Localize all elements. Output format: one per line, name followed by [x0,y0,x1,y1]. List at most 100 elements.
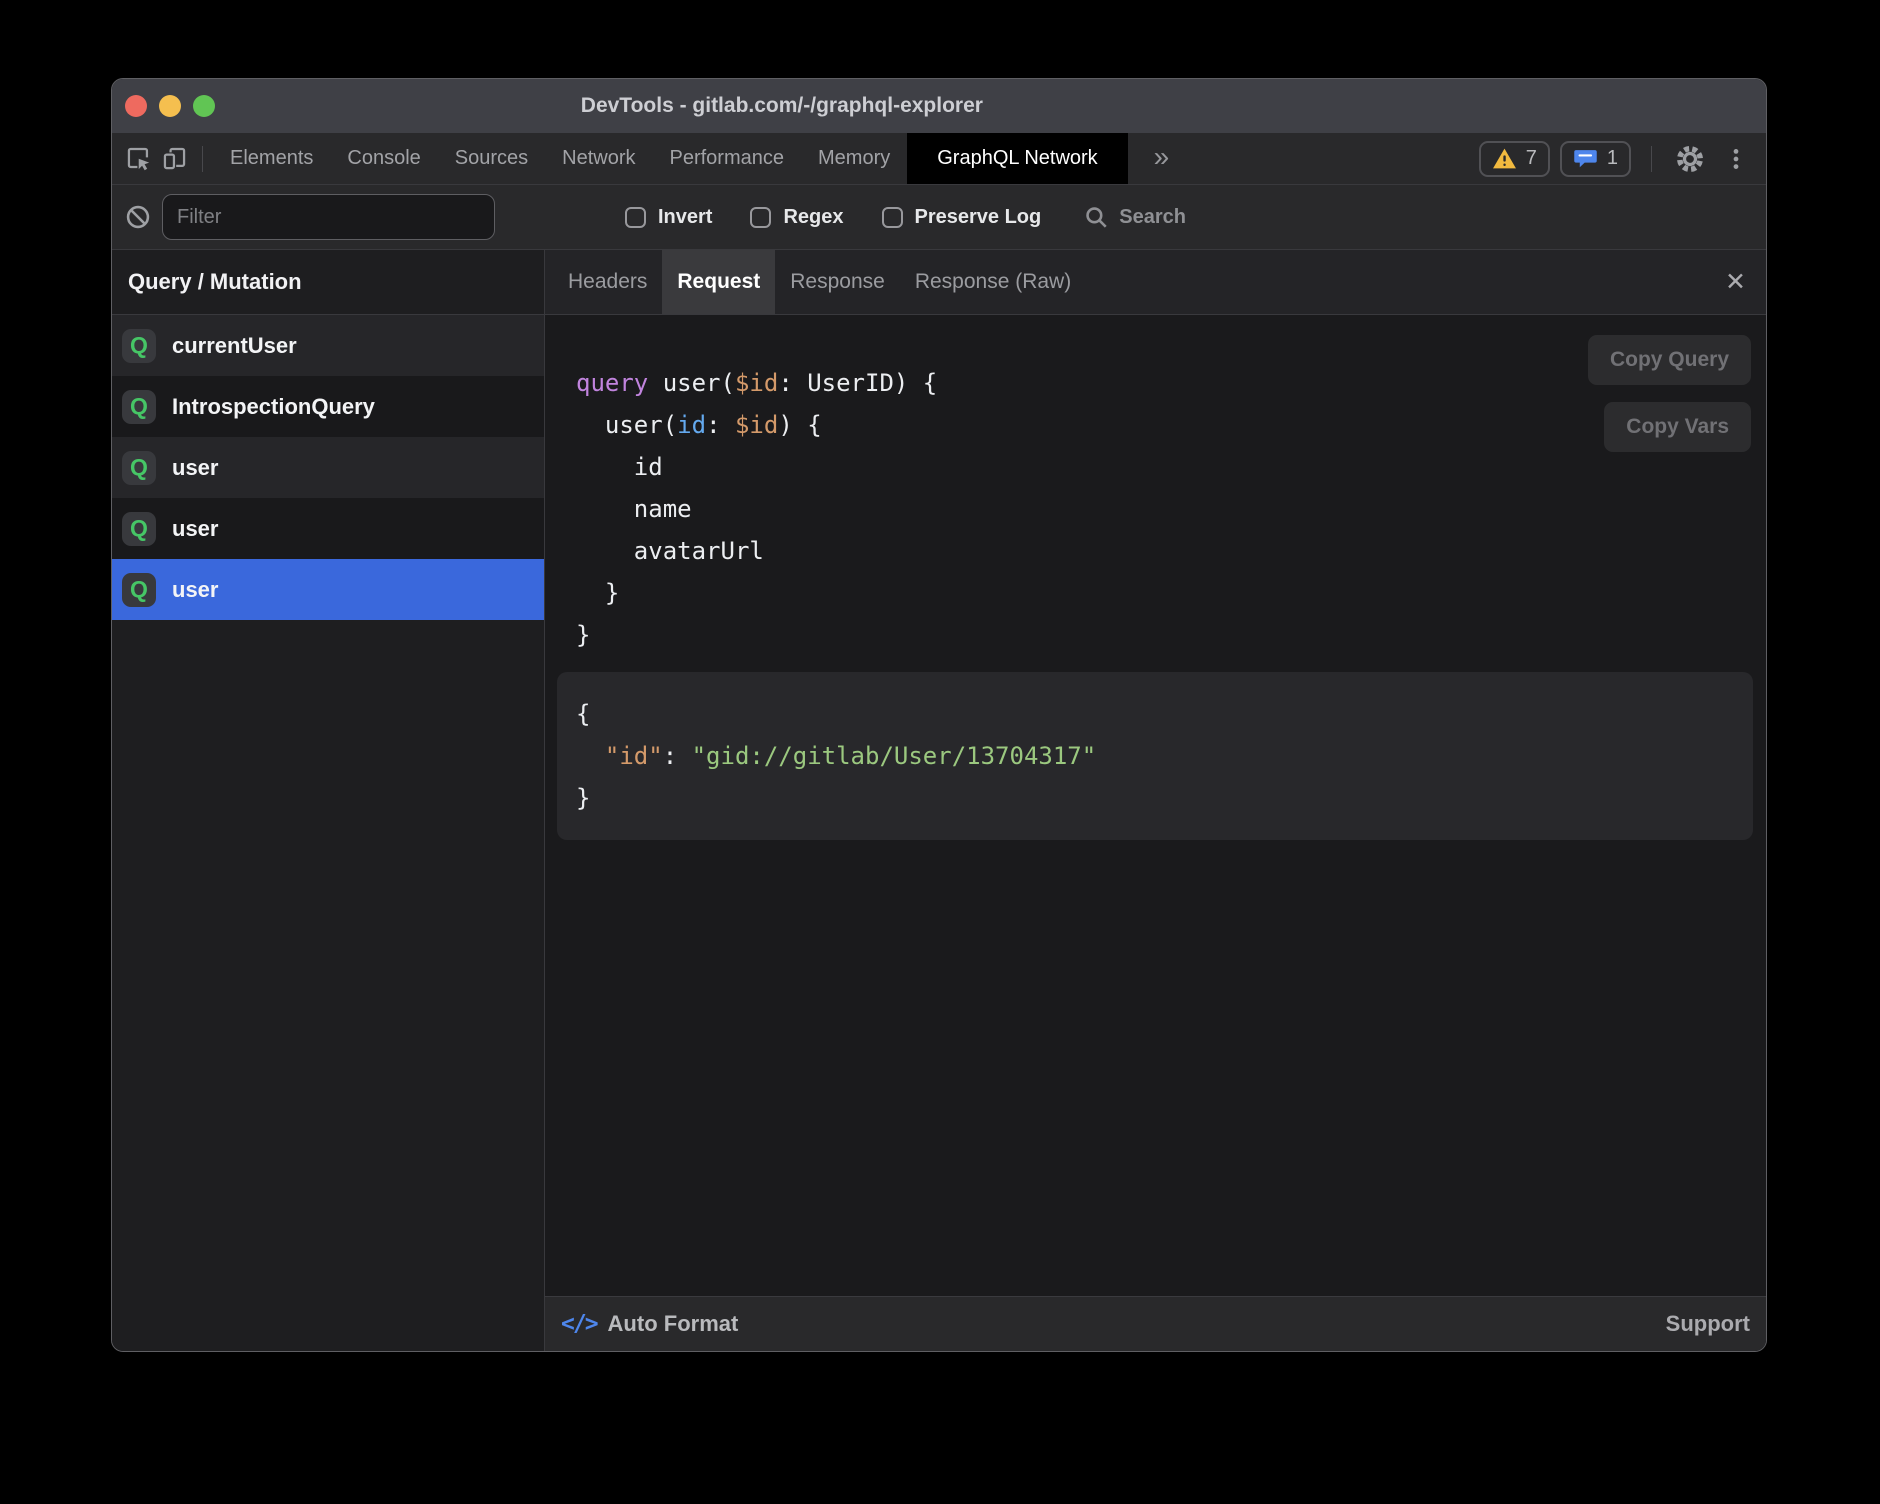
code-line: id [576,446,1766,488]
checkbox-label: Preserve Log [915,206,1042,229]
sidebar-header: Query / Mutation [112,250,544,315]
code-token: } [576,579,619,607]
code-token: avatarUrl [576,537,764,565]
auto-format-label: Auto Format [608,1311,739,1337]
tab-request[interactable]: Request [662,250,775,314]
tab-response-raw[interactable]: Response (Raw) [900,250,1086,314]
code-token: $id [735,411,778,439]
code-line: avatarUrl [576,530,1766,572]
query-type-badge: Q [122,390,156,424]
search-button[interactable]: Search [1083,204,1186,230]
search-icon [1083,204,1109,230]
tab-response[interactable]: Response [775,250,900,314]
filter-bar: Invert Regex Preserve Log Search [112,184,1766,249]
tab-memory[interactable]: Memory [801,133,907,184]
query-type-badge: Q [122,329,156,363]
tab-network[interactable]: Network [545,133,652,184]
code-line: name [576,488,1766,530]
checkbox-box [882,207,903,228]
code-brackets-icon: </> [561,1311,597,1337]
sidebar-item-user[interactable]: Quser [112,559,544,620]
content: Query / Mutation QcurrentUserQIntrospect… [112,249,1766,1351]
code-token: : UserID) { [778,369,937,397]
clear-button[interactable] [120,199,156,235]
copy-vars-button[interactable]: Copy Vars [1604,402,1751,452]
checkbox-preserve-log[interactable]: Preserve Log [882,206,1042,229]
warning-count: 7 [1526,147,1537,170]
sidebar-item-user[interactable]: Quser [112,498,544,559]
close-panel-button[interactable]: ✕ [1721,250,1750,314]
inspect-element-button[interactable] [120,141,156,177]
code-token: } [576,621,590,649]
device-toolbar-button[interactable] [156,141,192,177]
code-token: user( [576,411,677,439]
search-label: Search [1119,206,1186,229]
code-line: } [576,777,1753,819]
sidebar-item-label: user [172,516,218,542]
checkbox-label: Invert [658,206,712,229]
variables-code: { "id": "gid://gitlab/User/13704317"} [576,693,1753,819]
checkbox-box [625,207,646,228]
code-token: query [576,369,648,397]
toolbar-separator [1651,146,1652,172]
detail-panel: HeadersRequestResponseResponse (Raw) ✕ q… [545,250,1766,1351]
checkbox-label: Regex [783,206,843,229]
checkbox-invert[interactable]: Invert [625,206,712,229]
code-token: "gid://gitlab/User/13704317" [692,742,1097,770]
message-bubble-icon [1573,146,1598,171]
request-code: query user($id: UserID) { user(id: $id) … [545,315,1766,656]
copy-button-stack: Copy Query Copy Vars [1588,335,1751,452]
checkbox-regex[interactable]: Regex [750,206,843,229]
filter-checkbox-group: Invert Regex Preserve Log [625,206,1041,229]
toolbar-right: 7 1 [1479,141,1754,177]
gear-icon [1675,144,1705,174]
block-icon [124,203,152,231]
panel-footer: </> Auto Format Support [545,1296,1766,1351]
tab-performance[interactable]: Performance [653,133,802,184]
query-type-badge: Q [122,573,156,607]
sidebar-item-currentuser[interactable]: QcurrentUser [112,315,544,376]
checkbox-box [750,207,771,228]
warning-icon [1492,147,1517,170]
code-token: name [576,495,692,523]
sidebar-item-user[interactable]: Quser [112,437,544,498]
query-type-badge: Q [122,512,156,546]
warning-badge[interactable]: 7 [1479,141,1550,177]
support-link[interactable]: Support [1666,1311,1750,1337]
code-token: id [677,411,706,439]
code-token: "id" [605,742,663,770]
devtools-tab-strip: ElementsConsoleSourcesNetworkPerformance… [213,133,1128,184]
tab-headers[interactable]: Headers [553,250,662,314]
devtools-toolbar: ElementsConsoleSourcesNetworkPerformance… [112,133,1766,184]
tab-console[interactable]: Console [330,133,437,184]
sidebar-item-label: user [172,577,218,603]
titlebar: DevTools - gitlab.com/-/graphql-explorer [112,79,1766,133]
auto-format-button[interactable]: </> Auto Format [561,1311,738,1337]
code-line: } [576,572,1766,614]
code-token: ) { [778,411,821,439]
sidebar-item-label: user [172,455,218,481]
code-token: } [576,784,590,812]
panel-tab-row: HeadersRequestResponseResponse (Raw) ✕ [545,250,1766,315]
copy-query-button[interactable]: Copy Query [1588,335,1751,385]
sidebar: Query / Mutation QcurrentUserQIntrospect… [112,250,545,1351]
tab-elements[interactable]: Elements [213,133,330,184]
code-line: { [576,693,1753,735]
issues-badge[interactable]: 1 [1560,141,1631,177]
close-icon: ✕ [1725,267,1746,297]
devtools-window: DevTools - gitlab.com/-/graphql-explorer [111,78,1767,1352]
toolbar-separator [202,146,203,172]
code-line: } [576,614,1766,656]
tab-sources[interactable]: Sources [438,133,545,184]
code-token [576,742,605,770]
device-toolbar-icon [161,145,188,172]
filter-input[interactable] [162,194,495,240]
sidebar-item-introspectionquery[interactable]: QIntrospectionQuery [112,376,544,437]
kebab-menu-button[interactable] [1718,141,1754,177]
more-tabs-chevron[interactable]: » [1154,143,1170,175]
panel-tab-strip: HeadersRequestResponseResponse (Raw) [545,250,1086,314]
tab-graphql-network[interactable]: GraphQL Network [907,133,1127,184]
issues-count: 1 [1607,147,1618,170]
settings-button[interactable] [1672,141,1708,177]
code-token: { [576,700,590,728]
